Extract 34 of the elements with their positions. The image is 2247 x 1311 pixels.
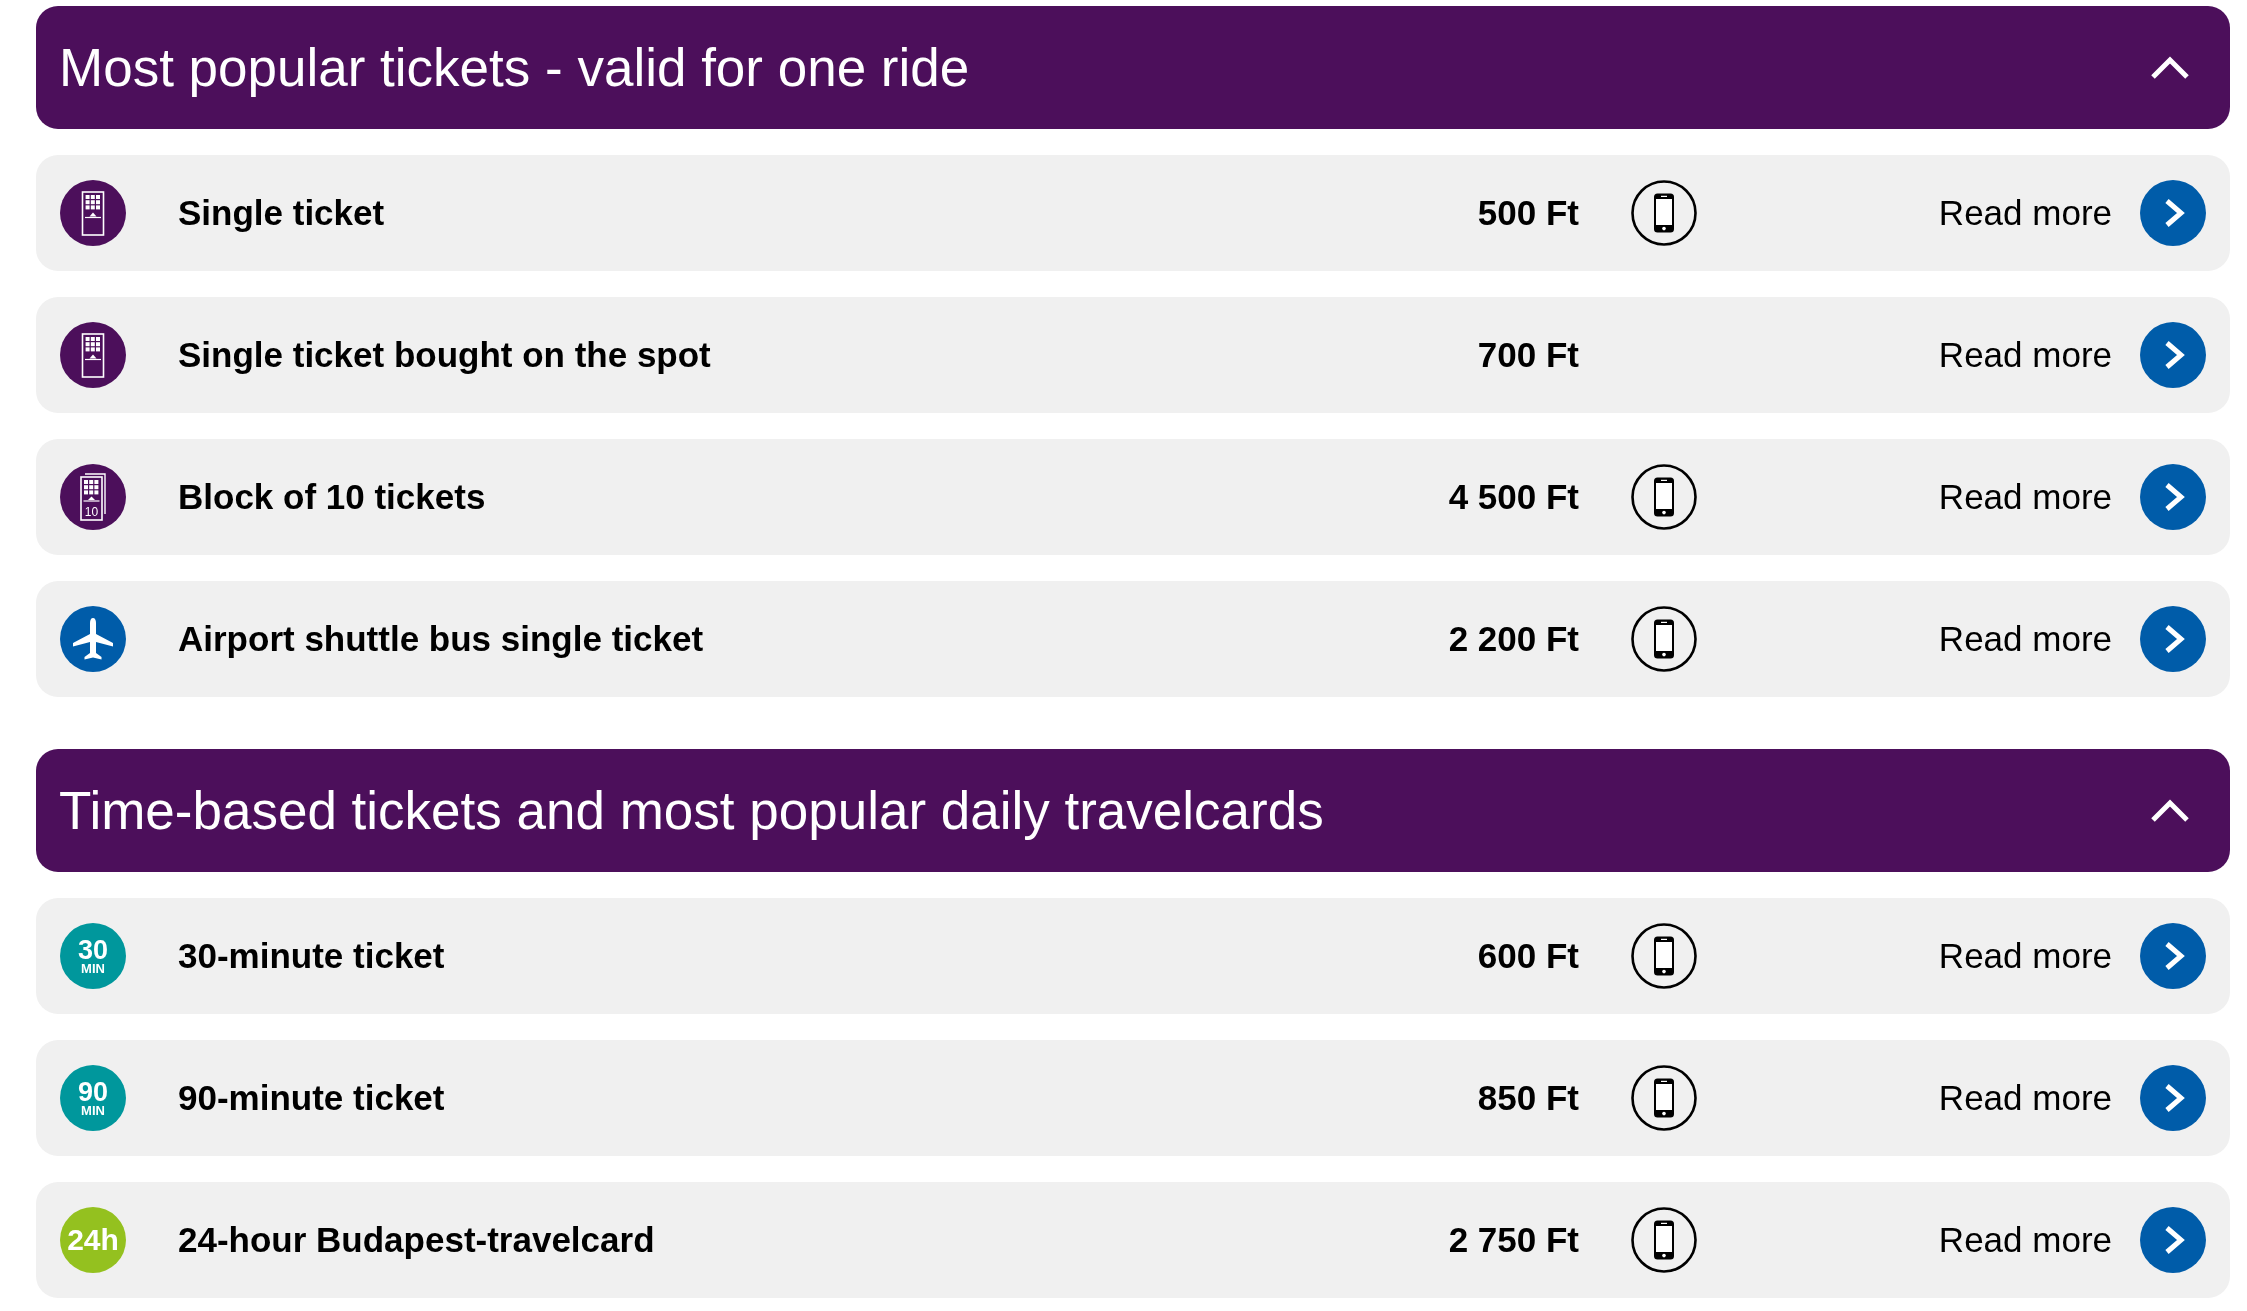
- read-more-link[interactable]: Read more: [1938, 328, 2112, 382]
- accordion-header[interactable]: Time-based tickets and most popular daily travelcards: [36, 749, 2230, 872]
- ticket-name: 24-hour Budapest-travelcard: [178, 1219, 655, 1259]
- chevron-right-icon: [2163, 1083, 2186, 1113]
- chevron-right-icon: [2163, 941, 2186, 971]
- chevron-right-icon: [2163, 482, 2186, 512]
- read-more-link[interactable]: Read more: [1938, 1213, 2112, 1267]
- duration-badge: 90 MIN: [60, 1065, 126, 1131]
- ticket-name: Single ticket bought on the spot: [178, 334, 711, 374]
- ticket-name: Airport shuttle bus single ticket: [178, 618, 704, 658]
- ticket-price: 850 Ft: [1477, 1076, 1579, 1119]
- ticket-price: 2 750 Ft: [1448, 1218, 1579, 1261]
- ticket-price: 700 Ft: [1477, 333, 1579, 376]
- ticket-price: 2 200 Ft: [1448, 617, 1579, 660]
- ticket-name: 90-minute ticket: [178, 1077, 445, 1117]
- chevron-right-icon: [2163, 624, 2186, 654]
- ticket-name: Block of 10 tickets: [178, 476, 486, 516]
- ticket-price: 600 Ft: [1477, 934, 1579, 977]
- chevron-right-icon: [2163, 1225, 2186, 1255]
- chevron-right-icon: [2163, 340, 2186, 370]
- ticket-name: Single ticket: [178, 192, 385, 232]
- read-more-link[interactable]: Read more: [1938, 470, 2112, 524]
- accordion-header[interactable]: Most popular tickets - valid for one ride: [36, 6, 2230, 129]
- ticket-stack-icon: 10: [60, 464, 126, 530]
- ticket-name: 30-minute ticket: [178, 935, 445, 975]
- ticket-price: 4 500 Ft: [1448, 475, 1579, 518]
- read-more-link[interactable]: Read more: [1938, 1071, 2112, 1125]
- duration-badge: 30 MIN: [60, 923, 126, 989]
- chevron-right-icon: [2163, 198, 2186, 228]
- duration-badge: 24h: [60, 1207, 126, 1273]
- read-more-link[interactable]: Read more: [1938, 186, 2112, 240]
- read-more-link[interactable]: Read more: [1938, 612, 2112, 666]
- ticket-price: 500 Ft: [1477, 191, 1579, 234]
- read-more-link[interactable]: Read more: [1938, 929, 2112, 983]
